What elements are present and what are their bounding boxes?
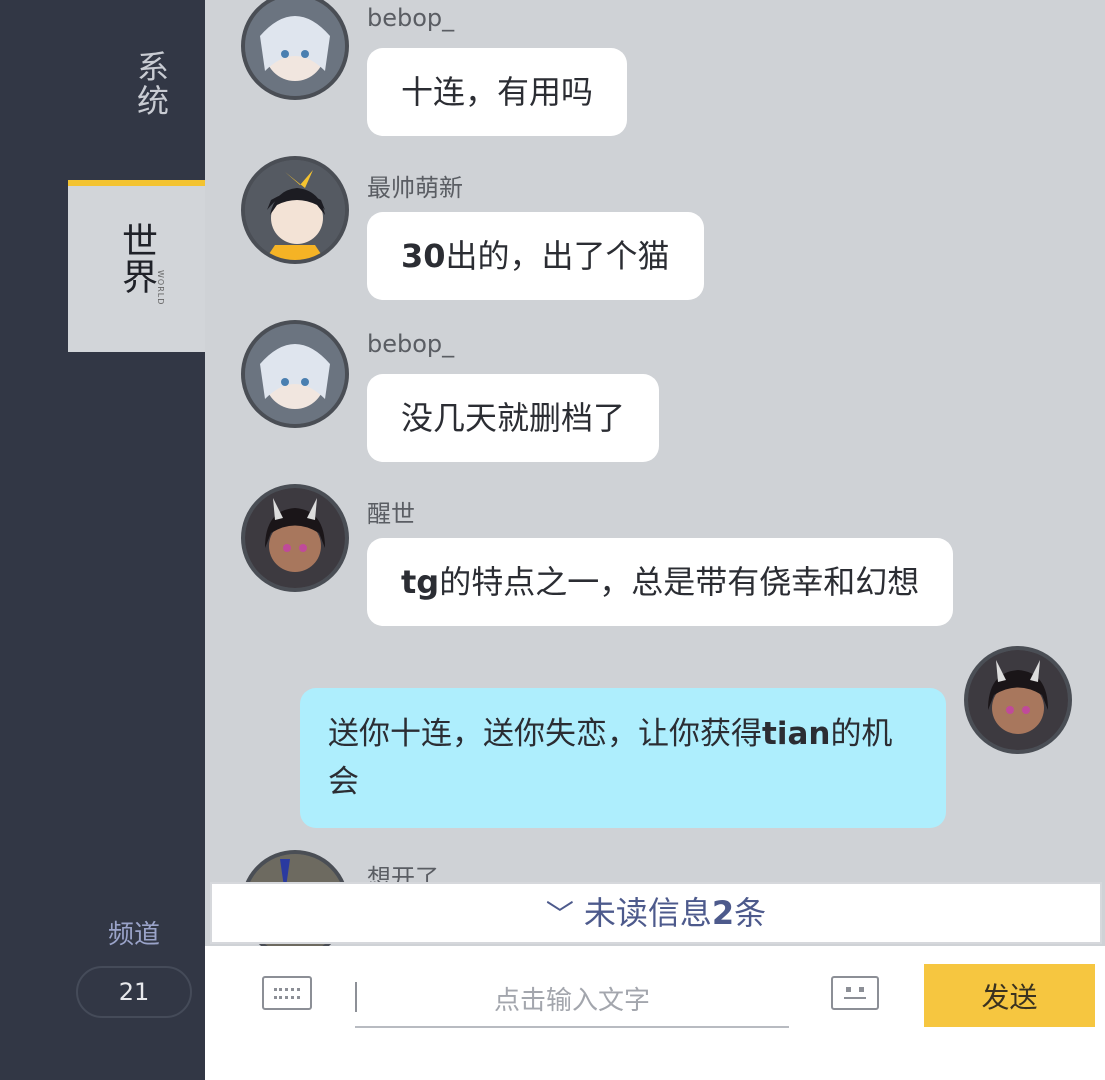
message-input[interactable] <box>355 976 789 1028</box>
channel-sidebar: 系统 世界 WORLD 频道 21 <box>0 0 205 1080</box>
double-chevron-down-icon: ﹀ <box>545 898 574 931</box>
message-username: 醒世 <box>367 500 415 528</box>
unread-count: 2 <box>711 894 735 932</box>
tab-world-label: 世界 <box>116 222 157 294</box>
message-bubble: tg的特点之一，总是带有侥幸和幻想 <box>367 538 954 626</box>
message-text-bold: tian <box>762 716 831 752</box>
message-bubble: 30出的，出了个猫 <box>367 212 704 300</box>
tab-system[interactable]: 系统 <box>100 50 170 118</box>
message-text: 送你十连，送你失恋，让你获得 <box>328 716 762 752</box>
message-text: 出的，出了个猫 <box>445 237 670 275</box>
message-username: bebop_ <box>367 4 455 32</box>
unread-label: 未读信息 <box>583 894 712 932</box>
tab-world[interactable]: 世界 WORLD <box>68 180 205 352</box>
message-username: 最帅萌新 <box>367 174 463 202</box>
user-avatar[interactable] <box>241 484 349 592</box>
message-text: 的特点之一，总是带有侥幸和幻想 <box>439 563 920 601</box>
chat-message-list[interactable]: bebop_ 十连，有用吗 最帅萌新 30出的，出了个猫 bebop_ 没几天就… <box>205 0 1105 946</box>
user-avatar[interactable] <box>964 646 1072 754</box>
unread-messages-banner[interactable]: ﹀ 未读信息2条 <box>210 882 1102 944</box>
message-bubble-own: 送你十连，送你失恋，让你获得tian的机会 <box>300 688 946 828</box>
channel-label: 频道 <box>107 920 160 950</box>
unread-suffix: 条 <box>734 894 767 932</box>
message-text: 十连，有用吗 <box>401 73 594 111</box>
message-text-bold: tg <box>401 563 440 601</box>
tab-world-en-label: WORLD <box>156 270 165 306</box>
message-username: bebop_ <box>367 330 455 358</box>
message-text-bold: 30 <box>401 237 446 275</box>
send-button[interactable]: 发送 <box>924 964 1095 1027</box>
emoji-icon[interactable] <box>831 976 879 1010</box>
user-avatar[interactable] <box>241 0 349 100</box>
channel-number-selector[interactable]: 21 <box>76 966 192 1018</box>
message-text: 没几天就删档了 <box>401 399 626 437</box>
user-avatar[interactable] <box>241 320 349 428</box>
user-avatar[interactable] <box>241 156 349 264</box>
text-cursor <box>355 982 357 1012</box>
message-bubble: 没几天就删档了 <box>367 374 660 462</box>
keyboard-icon[interactable] <box>262 976 312 1010</box>
message-input-bar: 发送 <box>205 946 1105 1080</box>
message-bubble: 十连，有用吗 <box>367 48 628 136</box>
